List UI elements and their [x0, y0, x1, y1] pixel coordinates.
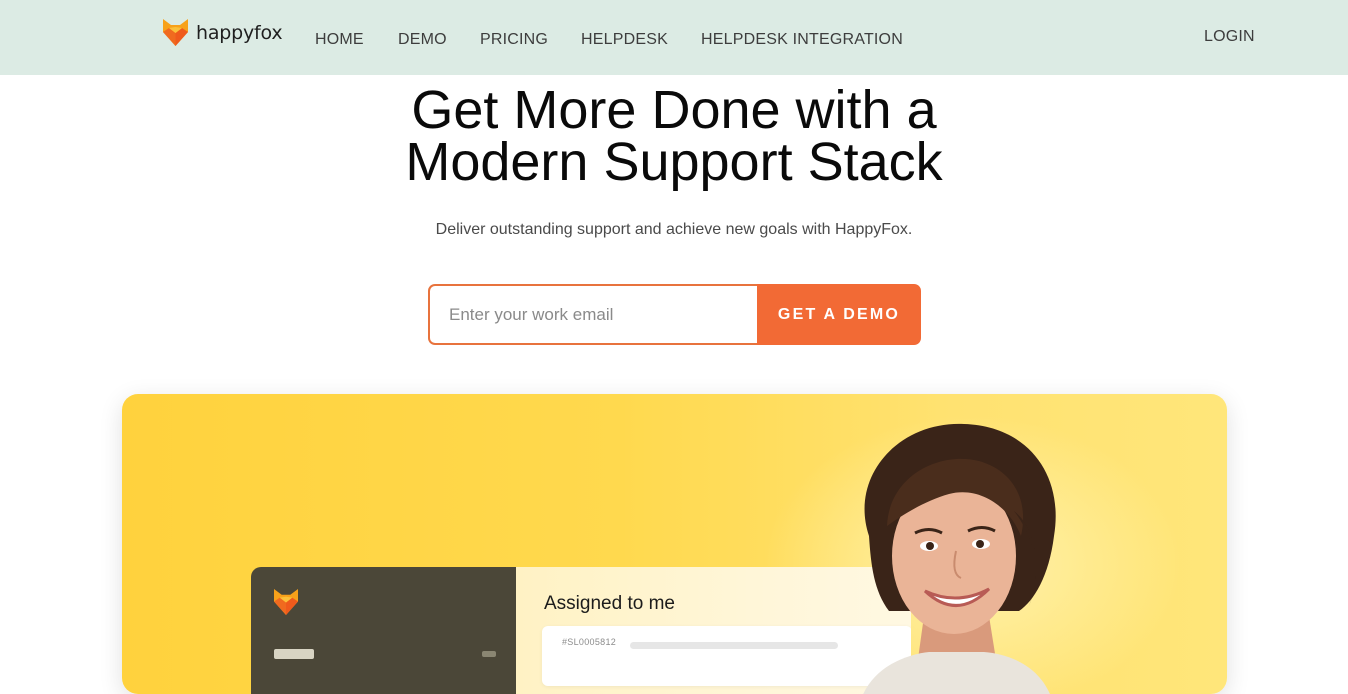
nav-item-pricing[interactable]: PRICING: [480, 31, 548, 49]
nav-item-demo[interactable]: DEMO: [398, 31, 447, 49]
nav-item-home[interactable]: HOME: [315, 31, 364, 49]
login-link[interactable]: LOGIN: [1204, 28, 1255, 46]
fox-logo-icon: [274, 589, 298, 615]
sidebar-placeholder-badge: [482, 651, 496, 657]
ticket-subject-placeholder: [630, 642, 838, 649]
product-showcase: Assigned to me #SL0005812: [122, 394, 1227, 694]
app-sidebar: [251, 567, 516, 694]
nav-item-helpdesk[interactable]: HELPDESK: [581, 31, 668, 49]
work-email-input[interactable]: [428, 284, 757, 345]
happyfox-logo[interactable]: happyfox: [163, 19, 283, 46]
hero-title-line-1: Get More Done with a: [411, 80, 937, 140]
brand-name: happyfox: [196, 21, 283, 44]
hero-title: Get More Done with a Modern Support Stac…: [0, 83, 1348, 189]
top-navbar: happyfox HOME DEMO PRICING HELPDESK HELP…: [0, 0, 1348, 75]
demo-signup-form: GET A DEMO: [428, 284, 921, 345]
nav-item-helpdesk-integration[interactable]: HELPDESK INTEGRATION: [701, 31, 903, 49]
fox-logo-icon: [163, 19, 188, 46]
ticket-id: #SL0005812: [562, 637, 617, 647]
app-preview: Assigned to me #SL0005812: [251, 567, 911, 694]
hero-title-line-2: Modern Support Stack: [405, 132, 943, 192]
assigned-to-me-heading: Assigned to me: [544, 593, 675, 614]
get-a-demo-button[interactable]: GET A DEMO: [757, 284, 921, 345]
sidebar-placeholder-label: [274, 649, 314, 659]
support-agent-photo: [863, 423, 1056, 694]
hero-subtitle: Deliver outstanding support and achieve …: [435, 221, 913, 238]
